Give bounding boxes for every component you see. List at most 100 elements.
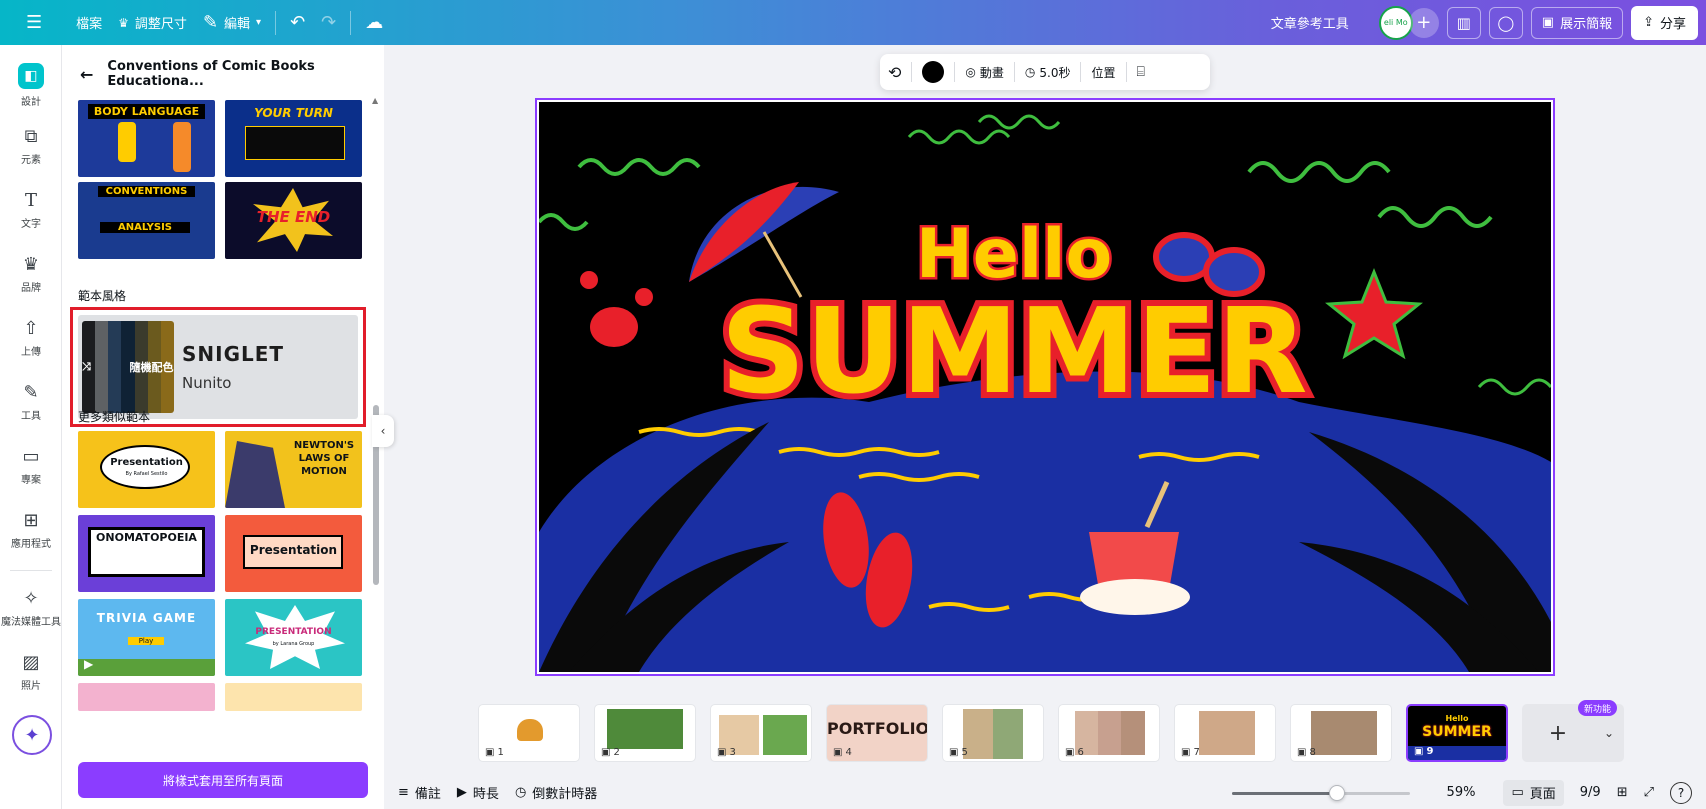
apply-style-all-pages-button[interactable]: 將樣式套用至所有頁面 [78,762,368,798]
ref-tool-button[interactable]: 文章參考工具 [1263,7,1357,39]
rail-item-design[interactable]: ◧ 設計 [0,63,62,108]
panel-title: Conventions of Comic Books Educationa... [107,59,315,89]
page-view-button[interactable]: ▭ 頁面 [1503,779,1564,806]
collapse-panel-button[interactable]: ‹ [372,415,394,447]
undo-icon: ↶ [290,11,306,33]
zoom-slider-handle[interactable] [1329,785,1346,801]
similar-template-thumb[interactable] [225,683,362,711]
present-icon: ▣ [833,747,843,758]
menu-button[interactable]: ☰ [18,7,50,39]
countdown-timer-button[interactable]: ◷ 倒數計時器 [515,783,597,802]
insights-button[interactable]: ▥ [1446,6,1481,39]
similar-template-thumb[interactable]: Presentation [225,515,362,592]
present-button[interactable]: ▣ 展示簡報 [1530,6,1624,39]
magic-assistant-button[interactable]: ✦ [12,715,52,755]
thumb-title: Presentation [249,543,338,557]
rail-label: 上傳 [21,347,41,358]
resize-button[interactable]: ♛ 調整尺寸 [110,7,195,39]
edit-label: 編輯 [224,17,251,32]
slide-artwork: Hello SUMMER [539,114,1551,672]
page-thumbnail[interactable]: ▣ 6 [1058,704,1160,762]
photo-grid [1075,711,1145,755]
template-page-thumb[interactable]: THE END [225,182,362,259]
rail-item-magic-media[interactable]: ✧ 魔法媒體工具 [0,589,62,629]
slide-canvas[interactable]: Hello SUMMER [539,102,1551,672]
template-page-thumb[interactable]: BODY LANGUAGE [78,100,215,177]
photos-icon: ▨ [22,652,40,673]
crab-claw [635,288,653,306]
comic-hero-figure [225,441,285,508]
template-page-thumb[interactable]: CONVENTIONS ANALYSIS [78,182,215,259]
similar-template-thumb[interactable]: NEWTON'S LAWS OF MOTION [225,431,362,508]
share-button[interactable]: ⇪ 分享 [1631,5,1698,40]
slide-canvas-frame[interactable]: Hello SUMMER [535,98,1555,676]
redo-button[interactable]: ↷ [313,7,344,39]
similar-template-thumb[interactable]: PRESENTATION by Larana Group [225,599,362,676]
dog-photo [607,709,683,749]
rail-item-apps[interactable]: ⊞ 應用程式 [0,511,62,551]
page-thumbnail[interactable]: ▣ 1 [478,704,580,762]
zoom-slider-fill [1232,792,1338,795]
template-page-thumb[interactable]: YOUR TURN [225,100,362,177]
page-thumbnail[interactable]: ▣ 8 [1290,704,1392,762]
page-thumbnail[interactable]: ▣ 5 [942,704,1044,762]
page-thumbnail[interactable]: ▣ 2 [594,704,696,762]
file-menu[interactable]: 檔案 [68,7,110,39]
present-icon: ▣ [1181,747,1191,758]
invite-button[interactable]: + [1408,7,1439,38]
duration-button[interactable]: ◷ 5.0秒 [1025,64,1071,81]
redo-icon: ↷ [321,11,337,33]
similar-template-thumb[interactable]: Presentation By Rafael Sestilo [78,431,215,508]
color-palette[interactable]: ⤨ 隨機配色 [82,321,174,413]
position-button[interactable]: 位置 [1091,64,1115,81]
grid-view-icon[interactable]: ⊞ [1617,785,1628,800]
help-icon[interactable]: ? [1670,781,1692,804]
design-panel: ← Conventions of Comic Books Educationa.… [62,45,384,809]
rail-item-brand[interactable]: ♛ 品牌 [0,255,62,295]
fullscreen-icon[interactable]: ⤢ [1644,785,1654,800]
similar-template-thumb[interactable]: TRIVIA GAME Play ▶ [78,599,215,676]
tools-icon: ✎ [23,382,39,403]
similar-template-thumb[interactable] [78,683,215,711]
edit-mode-dropdown[interactable]: ✎ 編輯 ▾ [195,7,269,39]
animate-icon: ◎ [965,65,976,79]
user-avatar[interactable]: eli Mo [1378,5,1413,40]
rail-divider [10,570,52,571]
zoom-percent[interactable]: 59% [1447,785,1476,800]
plus-icon: + [1548,720,1568,746]
magic-edit-icon[interactable]: ⟲ [888,63,901,82]
comments-button[interactable]: ◯ [1488,6,1523,39]
thumb-title: THE END [256,208,331,226]
upload-icon: ⇧ [23,318,39,339]
page-thumbnail[interactable]: ▣ 7 [1174,704,1276,762]
page-thumbnail-active[interactable]: Hello SUMMER ▣ 9 [1406,704,1508,762]
ref-tool-label: 文章參考工具 [1270,17,1349,32]
shuffle-colors-button[interactable]: ⤨ 隨機配色 [82,321,174,413]
similar-template-thumb[interactable]: ONOMATOPOEIA [78,515,215,592]
timer-label: 倒數計時器 [532,787,598,802]
page-thumbnail[interactable]: PORTFOLIO ▣ 4 [826,704,928,762]
background-color-button[interactable] [922,61,945,83]
pencil-icon: ✎ [202,11,219,33]
back-arrow-icon[interactable]: ← [80,65,93,84]
rail-item-text[interactable]: T 文字 [0,191,62,231]
page-number: 6 [1077,747,1084,758]
clock-icon: ◷ [1024,65,1036,79]
present-label: 展示簡報 [1560,17,1613,32]
rail-item-elements[interactable]: ⧉ 元素 [0,127,62,167]
zoom-slider[interactable] [1232,792,1410,795]
chevron-down-icon: ▾ [256,17,262,28]
toolbar-divider [911,62,913,82]
rail-item-photos[interactable]: ▨ 照片 [0,652,62,693]
animate-button[interactable]: ◎ 動畫 [965,64,1004,81]
duration-toggle-button[interactable]: ▶ 時長 [457,783,499,802]
rail-item-upload[interactable]: ⇧ 上傳 [0,318,62,359]
paint-format-icon[interactable]: ⌸ [1137,64,1145,80]
page-thumbnail[interactable]: ▣ 3 [710,704,812,762]
rail-item-tools[interactable]: ✎ 工具 [0,382,62,423]
cloud-save-status[interactable]: ☁ [357,7,391,39]
scroll-up-icon[interactable]: ▲ [372,96,378,105]
undo-button[interactable]: ↶ [282,7,313,39]
rail-item-projects[interactable]: ▭ 專案 [0,447,62,487]
notes-button[interactable]: ≡ 備註 [398,783,441,802]
